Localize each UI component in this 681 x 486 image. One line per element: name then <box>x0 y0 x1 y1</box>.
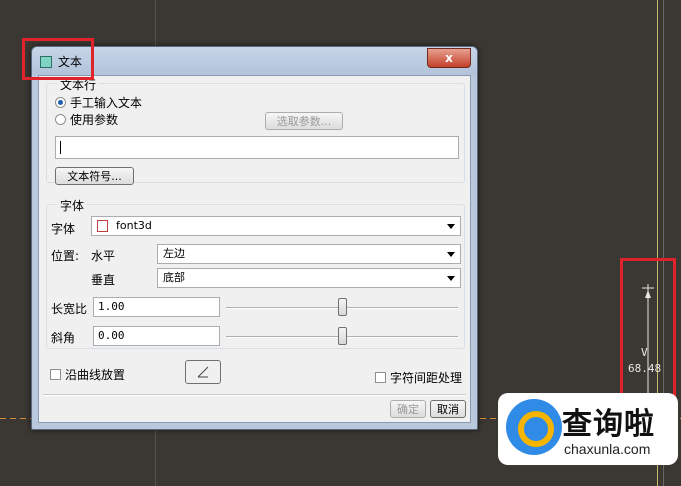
magnifier-logo-icon <box>506 399 562 455</box>
flip-direction-button[interactable] <box>185 360 221 384</box>
font-file-icon <box>97 220 108 232</box>
chevron-down-icon <box>447 224 455 229</box>
slant-value: 0.00 <box>98 329 125 342</box>
radio-manual-text-label: 手工输入文本 <box>70 96 143 110</box>
aspect-ratio-value: 1.00 <box>98 300 125 313</box>
close-icon: x <box>445 51 453 65</box>
dialog-titlebar[interactable]: 文本 x <box>32 47 477 75</box>
place-on-curve-checkbox[interactable] <box>50 369 61 380</box>
watermark-logo: 查询啦 chaxunla.com <box>498 393 678 465</box>
place-on-curve-label: 沿曲线放置 <box>65 368 126 382</box>
select-parameter-button[interactable]: 选取参数... <box>265 112 343 130</box>
horizontal-select[interactable]: 左边 <box>157 244 461 264</box>
slant-label: 斜角 <box>51 331 76 345</box>
text-caret <box>60 141 61 154</box>
font-select[interactable]: font3d <box>91 216 461 236</box>
chevron-down-icon <box>447 252 455 257</box>
radio-use-parameter-label: 使用参数 <box>70 113 119 127</box>
aspect-ratio-label: 长宽比 <box>51 302 88 316</box>
cancel-button[interactable]: 取消 <box>430 400 466 418</box>
font-value: font3d <box>116 219 152 232</box>
radio-use-parameter[interactable] <box>55 114 66 125</box>
horizontal-value: 左边 <box>163 247 185 260</box>
diagonal-arrow-icon <box>197 366 209 378</box>
close-button[interactable]: x <box>427 48 471 68</box>
cad-viewport[interactable]: V 68.48 文本 x 文本行 手工输入文本 使用参数 选取参数... 文本符… <box>0 0 681 486</box>
slant-input[interactable]: 0.00 <box>93 326 220 346</box>
dialog-body: 文本行 手工输入文本 使用参数 选取参数... 文本符号... 字体 字体 fo… <box>38 75 471 423</box>
watermark-cn: 查询啦 <box>562 407 655 442</box>
char-spacing-label: 字符间距处理 <box>390 371 463 385</box>
font-group-label: 字体 <box>57 197 88 214</box>
vertical-select[interactable]: 底部 <box>157 268 461 288</box>
footer-separator <box>43 394 466 396</box>
text-symbol-button[interactable]: 文本符号... <box>55 167 134 185</box>
slant-slider-thumb[interactable] <box>337 327 347 345</box>
font-label: 字体 <box>51 222 76 236</box>
horizontal-label: 水平 <box>91 249 116 263</box>
watermark-en: chaxunla.com <box>564 441 651 457</box>
chevron-down-icon <box>447 276 455 281</box>
highlight-title <box>22 38 94 80</box>
text-input[interactable] <box>55 136 459 159</box>
vertical-value: 底部 <box>163 271 185 284</box>
text-dialog: 文本 x 文本行 手工输入文本 使用参数 选取参数... 文本符号... 字体 … <box>31 46 478 430</box>
radio-manual-text[interactable] <box>55 97 66 108</box>
char-spacing-checkbox[interactable] <box>375 372 386 383</box>
position-label: 位置: <box>51 249 80 263</box>
ok-button[interactable]: 确定 <box>390 400 426 418</box>
aspect-ratio-slider-thumb[interactable] <box>337 298 347 316</box>
aspect-ratio-input[interactable]: 1.00 <box>93 297 220 317</box>
vertical-label: 垂直 <box>91 273 116 287</box>
